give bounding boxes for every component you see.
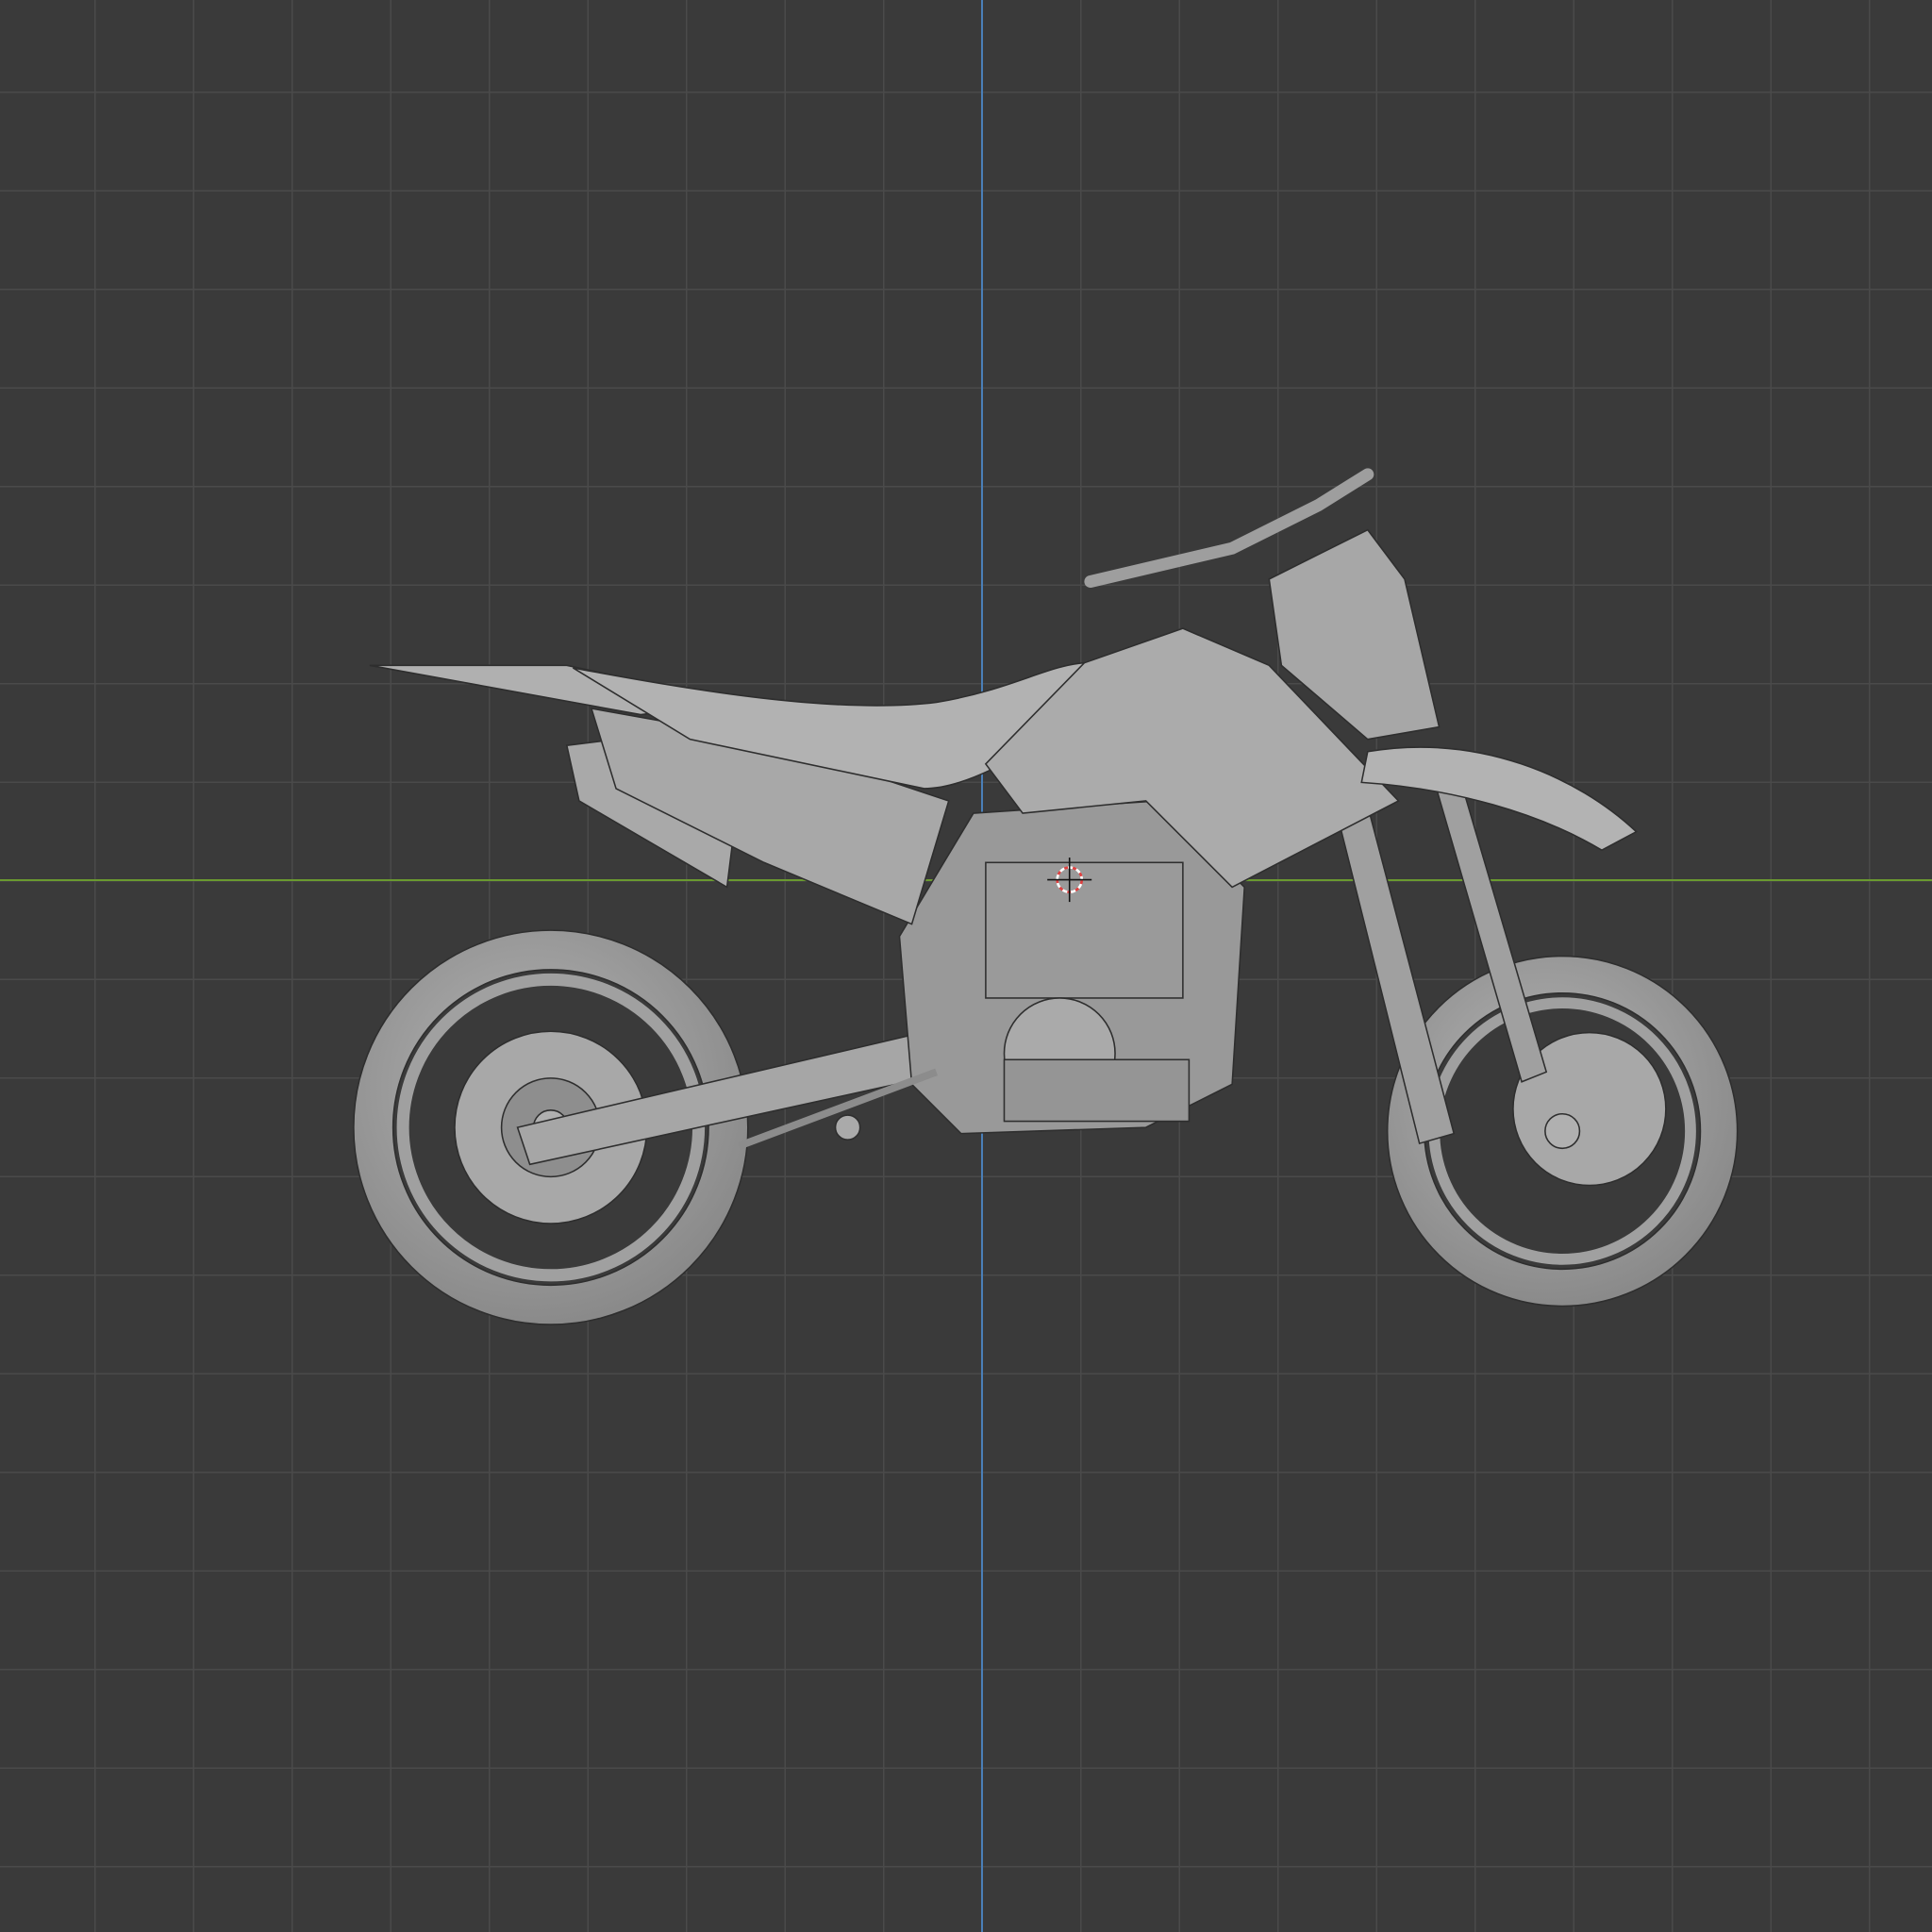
3d-viewport[interactable] bbox=[0, 0, 1932, 1932]
front-fender bbox=[1360, 746, 1638, 852]
engine bbox=[985, 861, 1191, 1123]
motorcycle-model[interactable] bbox=[0, 0, 1932, 1932]
